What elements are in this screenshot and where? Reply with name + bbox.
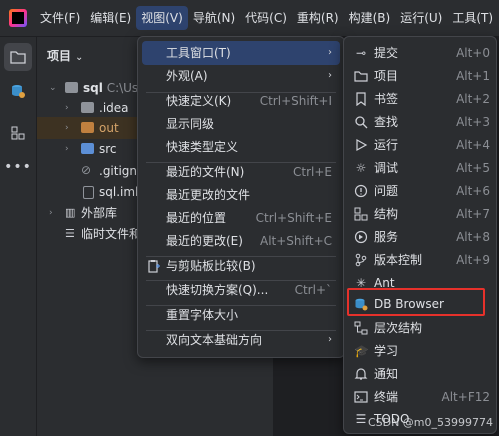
menu-item-tool-windows[interactable]: 工具窗口(T) › <box>142 41 340 65</box>
learn-icon: 🎓 <box>354 344 369 358</box>
tool-window-bookmarks[interactable]: 书签 Alt+2 <box>348 88 492 111</box>
db-browser-tool-button[interactable] <box>4 77 32 105</box>
structure-tool-button[interactable] <box>4 119 32 147</box>
tool-window-services[interactable]: 服务 Alt+8 <box>348 226 492 249</box>
tree-item-label: sql <box>83 81 103 95</box>
watermark: CSDN @m0_53999774 <box>367 416 493 429</box>
menu-item-show-siblings[interactable]: 显示同级 <box>142 112 340 136</box>
chevron-right-icon: › <box>65 144 69 154</box>
tool-window-learn[interactable]: 🎓 学习 <box>348 340 492 363</box>
tool-window-structure[interactable]: 结构 Alt+7 <box>348 203 492 226</box>
database-icon <box>12 85 25 98</box>
menu-item-bidi-text-direction[interactable]: 双向文本基础方向 › <box>142 328 340 352</box>
bell-icon <box>354 368 368 380</box>
menu-item-reset-font-size[interactable]: 重置字体大小 <box>142 303 340 327</box>
chevron-right-icon: › <box>328 70 332 81</box>
more-icon: ••• <box>4 159 32 175</box>
commit-icon: ⊸ <box>355 46 367 60</box>
chevron-down-icon: ⌄ <box>75 52 84 63</box>
tree-item-label: 临时文件和 <box>81 227 142 241</box>
menu-code[interactable]: 代码(C) <box>240 6 292 30</box>
terminal-icon <box>354 391 368 403</box>
tool-window-commit[interactable]: ⊸ 提交 Alt+0 <box>348 42 492 65</box>
scratch-icon: ☰ <box>65 227 75 240</box>
view-menu-dropdown: 工具窗口(T) › 外观(A) › 快速定义(K) Ctrl+Shift+I 显… <box>137 36 345 358</box>
menu-item-quick-type-definition[interactable]: 快速类型定义 <box>142 135 340 159</box>
source-folder-icon <box>81 143 94 154</box>
folder-icon <box>354 71 368 82</box>
menu-item-recent-changes[interactable]: 最近的更改(E) Alt+Shift+C <box>142 229 340 253</box>
menu-tools[interactable]: 工具(T) <box>447 6 498 30</box>
module-folder-icon <box>65 82 78 93</box>
tool-window-debug[interactable]: ☼ 调试 Alt+5 <box>348 157 492 180</box>
tree-item-label: .idea <box>99 101 129 115</box>
project-tool-button[interactable] <box>4 43 32 71</box>
bookmark-icon <box>356 92 366 106</box>
tool-window-run[interactable]: 运行 Alt+4 <box>348 134 492 157</box>
tool-window-project[interactable]: 项目 Alt+1 <box>348 65 492 88</box>
tool-windows-submenu: ⊸ 提交 Alt+0 项目 Alt+1 书签 Alt+2 查找 Alt+3 运行… <box>343 36 497 434</box>
chevron-right-icon: › <box>65 103 69 113</box>
tool-window-strip: ••• <box>0 37 37 436</box>
search-icon <box>355 116 368 129</box>
menu-edit[interactable]: 编辑(E) <box>85 6 136 30</box>
menu-refactor[interactable]: 重构(R) <box>292 6 344 30</box>
chevron-right-icon: › <box>65 123 69 133</box>
menu-item-quick-definition[interactable]: 快速定义(K) Ctrl+Shift+I <box>142 89 340 113</box>
tool-window-find[interactable]: 查找 Alt+3 <box>348 111 492 134</box>
tree-item-label: sql.iml <box>99 185 139 199</box>
tree-item-label: src <box>99 142 117 156</box>
more-tools-button[interactable]: ••• <box>4 153 32 181</box>
todo-icon: ☰ <box>355 412 367 426</box>
ignore-file-icon: ⊘ <box>81 163 92 177</box>
db-browser-highlight-box <box>347 288 485 316</box>
tool-window-hierarchy[interactable]: 层次结构 <box>348 317 492 340</box>
run-icon <box>356 138 368 152</box>
menu-file[interactable]: 文件(F) <box>35 6 85 30</box>
menu-build[interactable]: 构建(B) <box>344 6 396 30</box>
tool-window-terminal[interactable]: 终端 Alt+F12 <box>348 386 492 409</box>
services-icon <box>354 230 368 244</box>
folder-icon <box>10 51 26 64</box>
excluded-folder-icon <box>81 122 94 133</box>
chevron-down-icon: ⌄ <box>49 83 57 93</box>
tool-window-vcs[interactable]: 版本控制 Alt+9 <box>348 249 492 272</box>
chevron-right-icon: › <box>49 208 53 218</box>
menu-run[interactable]: 运行(U) <box>395 6 447 30</box>
folder-icon <box>81 102 94 113</box>
vcs-icon <box>355 253 367 267</box>
tool-window-notifications[interactable]: 通知 <box>348 363 492 386</box>
menu-item-appearance[interactable]: 外观(A) › <box>142 64 340 88</box>
menu-item-quick-switch-scheme[interactable]: 快速切换方案(Q)... Ctrl+` <box>142 278 340 302</box>
structure-icon <box>354 207 368 221</box>
menu-item-compare-clipboard[interactable]: 与剪贴板比较(B) <box>142 254 340 278</box>
menu-item-recent-locations[interactable]: 最近的位置 Ctrl+Shift+E <box>142 206 340 230</box>
menu-item-recent-files[interactable]: 最近的文件(N) Ctrl+E <box>142 160 340 184</box>
structure-icon <box>11 126 25 140</box>
menu-item-recently-changed-files[interactable]: 最近更改的文件 <box>142 183 340 207</box>
problems-icon <box>354 184 368 198</box>
tree-item-label: 外部库 <box>81 206 118 220</box>
tool-window-problems[interactable]: 问题 Alt+6 <box>348 180 492 203</box>
chevron-right-icon: › <box>328 334 332 345</box>
project-panel-header[interactable]: 项目 ⌄ <box>47 47 83 64</box>
clipboard-compare-icon <box>148 260 160 273</box>
menu-view[interactable]: 视图(V) <box>136 6 188 30</box>
library-icon: ▥ <box>65 206 76 219</box>
tree-item-label: out <box>99 121 119 135</box>
menu-bar: 文件(F) 编辑(E) 视图(V) 导航(N) 代码(C) 重构(R) 构建(B… <box>0 0 499 37</box>
menu-navigate[interactable]: 导航(N) <box>188 6 240 30</box>
iml-file-icon <box>83 186 94 199</box>
hierarchy-icon <box>354 321 368 335</box>
bug-icon: ☼ <box>355 161 367 175</box>
chevron-right-icon: › <box>328 47 332 58</box>
project-title: 项目 <box>47 49 72 63</box>
intellij-logo-icon[interactable] <box>9 9 27 27</box>
